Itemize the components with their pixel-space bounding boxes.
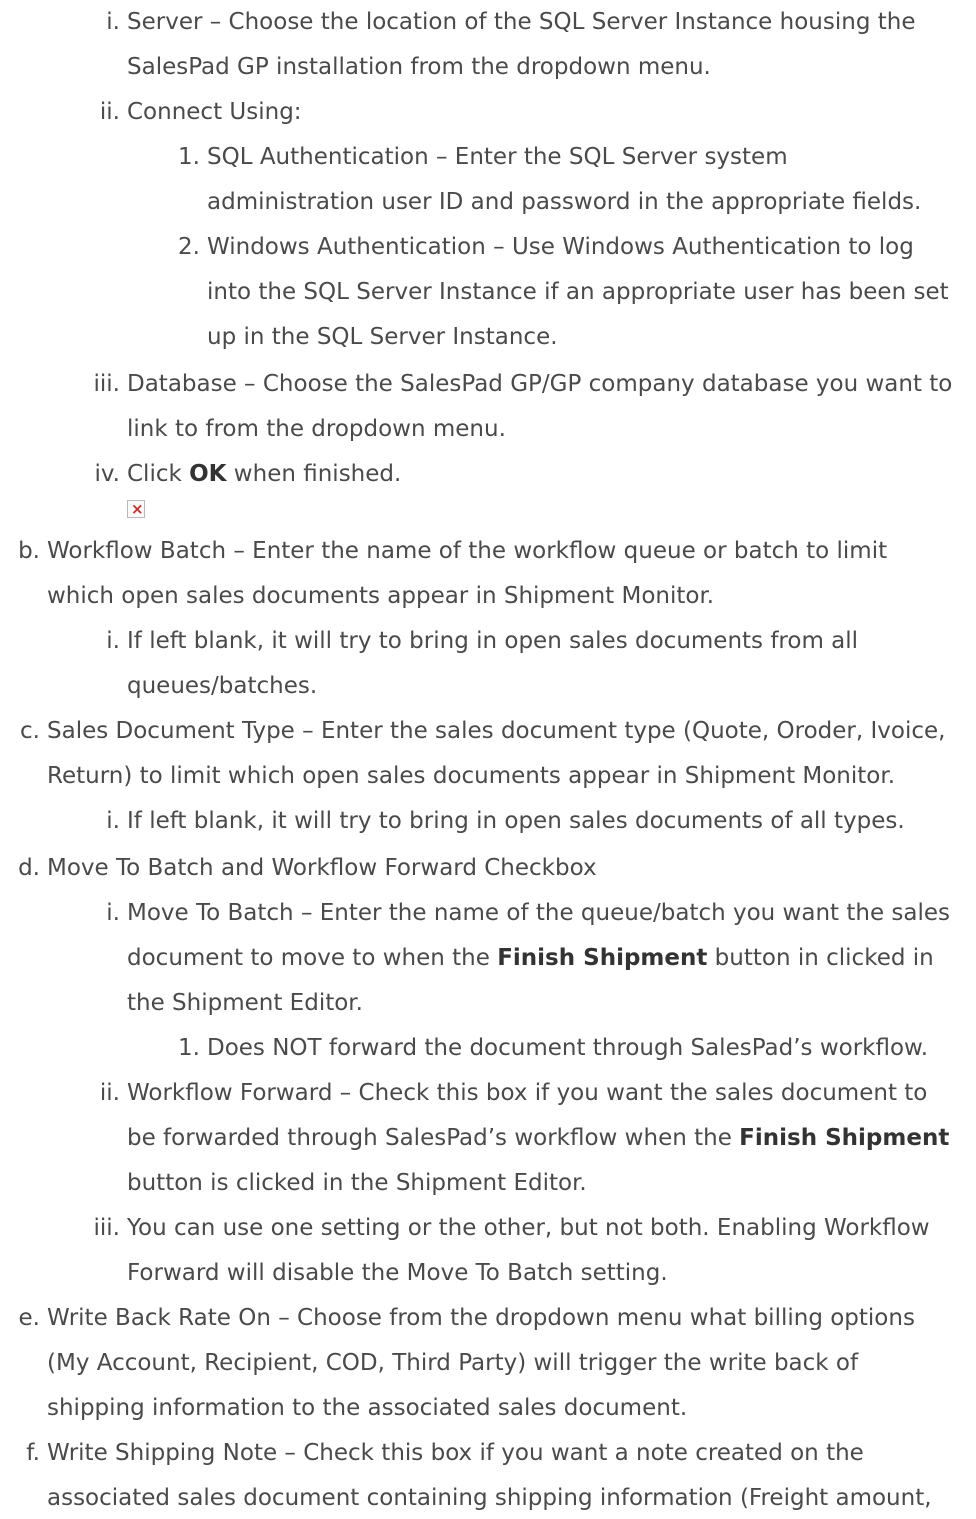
list-marker: d.	[18, 855, 40, 881]
text-line: Workflow Forward – Check this box if you…	[127, 1080, 928, 1106]
text-line: You can use one setting or the other, bu…	[127, 1215, 930, 1241]
text-line: Write Back Rate On – Choose from the dro…	[47, 1305, 915, 1331]
text-line: associated sales document containing shi…	[47, 1485, 932, 1511]
text-line: Move To Batch – Enter the name of the qu…	[127, 900, 951, 926]
text-line: Forward will disable the Move To Batch s…	[127, 1260, 668, 1286]
finish-shipment-label: Finish Shipment	[497, 945, 708, 971]
text-line: Does NOT forward the document through Sa…	[207, 1035, 929, 1061]
text-line: into the SQL Server Instance if an appro…	[207, 279, 949, 305]
text-line: up in the SQL Server Instance.	[207, 324, 558, 350]
text-segment: document to move to when the	[127, 945, 498, 971]
list-marker: ii.	[99, 1080, 120, 1106]
ok-label: OK	[189, 461, 227, 487]
text-line: link to from the dropdown menu.	[127, 416, 506, 442]
text-segment: Click	[127, 461, 190, 487]
text-line: be forwarded through SalesPad’s workflow…	[127, 1127, 949, 1150]
finish-shipment-label: Finish Shipment	[739, 1125, 950, 1151]
text-line: Click OK when finished.	[127, 463, 401, 486]
text-line: which open sales documents appear in Shi…	[47, 583, 715, 609]
text-line: Sales Document Type – Enter the sales do…	[47, 718, 946, 744]
text-line: If left blank, it will try to bring in o…	[127, 808, 905, 834]
text-line: administration user ID and password in t…	[207, 189, 922, 215]
text-line: shipping information to the associated s…	[47, 1395, 688, 1421]
text-line: SQL Authentication – Enter the SQL Serve…	[207, 144, 788, 170]
text-line: SalesPad GP installation from the dropdo…	[127, 54, 711, 80]
text-line: Database – Choose the SalesPad GP/GP com…	[127, 371, 953, 397]
text-line: Workflow Batch – Enter the name of the w…	[47, 538, 888, 564]
text-line: Connect Using:	[127, 99, 302, 125]
list-marker: iv.	[94, 461, 120, 487]
list-marker: c.	[20, 718, 40, 744]
text-line: queues/batches.	[127, 673, 318, 699]
list-marker: 1.	[178, 1035, 200, 1061]
list-marker: ii.	[99, 99, 120, 125]
text-line: button is clicked in the Shipment Editor…	[127, 1170, 587, 1196]
list-marker: i.	[106, 9, 120, 35]
list-marker: iii.	[93, 1215, 120, 1241]
text-segment: when finished.	[226, 461, 402, 487]
list-marker: f.	[26, 1440, 40, 1466]
list-marker: 2.	[178, 234, 200, 260]
text-segment: be forwarded through SalesPad’s workflow…	[127, 1125, 740, 1151]
text-line: Windows Authentication – Use Windows Aut…	[207, 234, 914, 260]
list-marker: 1.	[178, 144, 200, 170]
text-line: If left blank, it will try to bring in o…	[127, 628, 859, 654]
list-marker: b.	[18, 538, 40, 564]
list-marker: i.	[106, 900, 120, 926]
text-line: Move To Batch and Workflow Forward Check…	[47, 855, 597, 881]
text-line: the Shipment Editor.	[127, 990, 363, 1016]
text-segment: button in clicked in	[707, 945, 934, 971]
text-line: Return) to limit which open sales docume…	[47, 763, 896, 789]
text-line: document to move to when the Finish Ship…	[127, 947, 934, 970]
list-marker: e.	[18, 1305, 40, 1331]
list-marker: iii.	[93, 371, 120, 397]
text-line: (My Account, Recipient, COD, Third Party…	[47, 1350, 859, 1376]
list-marker: i.	[106, 628, 120, 654]
broken-image-icon: ×	[127, 500, 145, 518]
list-marker: i.	[106, 808, 120, 834]
text-line: Write Shipping Note – Check this box if …	[47, 1440, 864, 1466]
text-line: Server – Choose the location of the SQL …	[127, 9, 916, 35]
